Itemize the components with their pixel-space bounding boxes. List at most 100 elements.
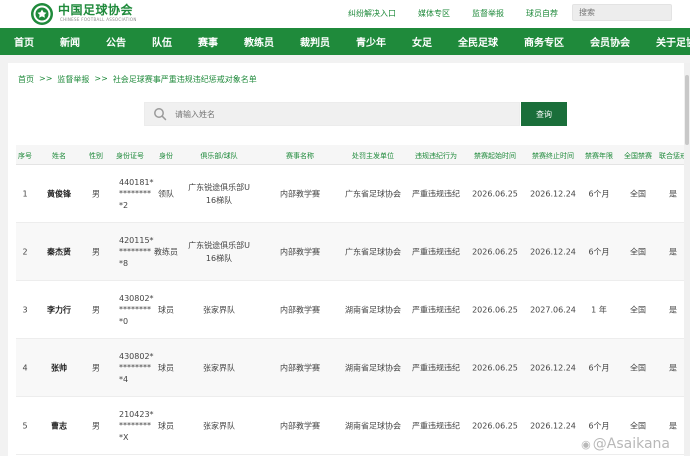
nav-teams[interactable]: 队伍 bbox=[152, 34, 172, 49]
breadcrumb-separator: >> bbox=[94, 74, 108, 83]
col-header-national: 全国禁赛 bbox=[624, 152, 652, 160]
top-link-player-recommend[interactable]: 球员自荐 bbox=[526, 8, 558, 19]
cell-gender: 男 bbox=[92, 189, 100, 198]
col-header-gender: 性别 bbox=[89, 152, 103, 160]
cell-name: 曹志 bbox=[51, 421, 67, 430]
cell-role: 领队 bbox=[158, 189, 174, 198]
nav-coaches[interactable]: 教练员 bbox=[244, 34, 274, 49]
cell-start-date: 2026.06.25 bbox=[472, 363, 518, 372]
cell-joint: 是 bbox=[669, 305, 677, 314]
cell-id-number-line: *0 bbox=[119, 316, 129, 326]
cell-violation: 严重违规违纪 bbox=[412, 189, 460, 198]
cell-end-date: 2026.12.24 bbox=[530, 421, 576, 430]
cell-club-line: 张家界队 bbox=[203, 421, 235, 430]
nav-youth[interactable]: 青少年 bbox=[356, 34, 386, 49]
cell-id-number-line: 440181* bbox=[119, 177, 154, 187]
cell-no: 5 bbox=[22, 421, 28, 430]
col-header-duration: 禁赛年限 bbox=[585, 152, 613, 160]
site-header: 中国足球协会 CHINESE FOOTBALL ASSOCIATION 纠纷解决… bbox=[0, 0, 690, 28]
cell-name: 张帅 bbox=[51, 363, 67, 372]
site-search-input[interactable] bbox=[572, 4, 672, 21]
col-header-end: 禁赛终止时间 bbox=[532, 152, 574, 160]
cell-event: 内部教学赛 bbox=[280, 189, 320, 198]
watermark-text: @Asaikana bbox=[592, 436, 670, 452]
cell-event: 内部教学赛 bbox=[280, 305, 320, 314]
breadcrumb-current: 社会足球赛事严重违规违纪惩戒对象名单 bbox=[112, 75, 257, 84]
cell-gender: 男 bbox=[92, 247, 100, 256]
nav-women[interactable]: 女足 bbox=[412, 34, 432, 49]
cell-violation: 严重违规违纪 bbox=[412, 363, 460, 372]
nav-notices[interactable]: 公告 bbox=[106, 34, 126, 49]
cell-club: 广东锐途俱乐部U 16梯队 bbox=[188, 181, 250, 207]
cell-club-line: 广东锐途俱乐部U bbox=[188, 182, 250, 192]
col-header-unit: 处罚主发单位 bbox=[352, 152, 394, 160]
cell-id-number-line: ******** bbox=[119, 188, 151, 198]
top-link-report[interactable]: 监督举报 bbox=[472, 8, 504, 19]
cell-duration: 1 年 bbox=[591, 305, 607, 314]
cell-club-line: 16梯队 bbox=[205, 195, 233, 205]
weibo-icon: ◉ bbox=[581, 438, 591, 451]
cell-unit: 湖南省足球协会 bbox=[345, 421, 401, 430]
scrollbar-thumb[interactable] bbox=[685, 75, 689, 145]
top-link-media[interactable]: 媒体专区 bbox=[418, 8, 450, 19]
cell-club-line: 张家界队 bbox=[203, 305, 235, 314]
cell-id-number-line: 420115* bbox=[119, 235, 154, 245]
cell-id-number-line: 430802* bbox=[119, 351, 154, 361]
cell-club: 张家界队 bbox=[203, 419, 235, 432]
col-header-no: 序号 bbox=[18, 152, 32, 160]
cell-id-number-line: *X bbox=[119, 432, 129, 442]
cell-id-number-line: 430802* bbox=[119, 293, 154, 303]
cell-national: 全国 bbox=[630, 247, 646, 256]
cell-event: 内部教学赛 bbox=[280, 363, 320, 372]
cell-start-date: 2026.06.25 bbox=[472, 189, 518, 198]
cell-role: 球员 bbox=[158, 305, 174, 314]
nav-referees[interactable]: 裁判员 bbox=[300, 34, 330, 49]
col-header-name: 姓名 bbox=[52, 152, 66, 160]
cell-joint: 是 bbox=[669, 189, 677, 198]
cell-id-number-line: 210423* bbox=[119, 409, 154, 419]
breadcrumb-home[interactable]: 首页 bbox=[18, 74, 34, 85]
cell-no: 2 bbox=[22, 247, 28, 256]
cell-id-number-line: *2 bbox=[119, 200, 129, 210]
cell-no: 3 bbox=[22, 305, 28, 314]
cell-violation: 严重违规违纪 bbox=[412, 305, 460, 314]
cell-duration: 6个月 bbox=[588, 421, 610, 430]
cell-joint: 是 bbox=[669, 421, 677, 430]
page-scrollbar[interactable] bbox=[684, 63, 690, 456]
logo-subtitle: CHINESE FOOTBALL ASSOCIATION bbox=[60, 17, 137, 22]
nav-grassroots[interactable]: 全民足球 bbox=[458, 34, 498, 49]
cell-id-number-line: *4 bbox=[119, 374, 129, 384]
main-content: 首页 >> 监督举报 >> 社会足球赛事严重违规违纪惩戒对象名单 查询 序号 姓… bbox=[8, 63, 690, 456]
cell-gender: 男 bbox=[92, 421, 100, 430]
cell-no: 4 bbox=[22, 363, 28, 372]
table-row: 3 李力行 男 430802* ******** *0 球员 张家界队 内部教学赛 湖南省足球协会… bbox=[16, 281, 686, 339]
cell-id-number: 440181* ******** *2 bbox=[119, 176, 154, 211]
table-row: 1 黄俊锋 男 440181* ******** *2 领队 广东锐途俱乐部U 16梯队 内部教学… bbox=[16, 165, 686, 223]
cell-duration: 6个月 bbox=[588, 189, 610, 198]
nav-news[interactable]: 新闻 bbox=[60, 34, 80, 49]
cell-id-number-line: ******** bbox=[119, 304, 151, 314]
col-header-club: 俱乐部/球队 bbox=[200, 152, 238, 160]
cell-club-line: 广东锐途俱乐部U bbox=[188, 240, 250, 250]
search-icon bbox=[154, 108, 167, 121]
nav-about[interactable]: 关于足协 bbox=[656, 34, 690, 49]
nav-business[interactable]: 商务专区 bbox=[524, 34, 564, 49]
cell-start-date: 2026.06.25 bbox=[472, 421, 518, 430]
name-search-input[interactable] bbox=[175, 109, 475, 119]
cell-name: 黄俊锋 bbox=[47, 189, 71, 198]
cell-duration: 6个月 bbox=[588, 247, 610, 256]
cell-name: 秦杰贤 bbox=[47, 247, 71, 256]
cell-national: 全国 bbox=[630, 189, 646, 198]
nav-home[interactable]: 首页 bbox=[14, 34, 34, 49]
nav-member-associations[interactable]: 会员协会 bbox=[590, 34, 630, 49]
nav-events[interactable]: 赛事 bbox=[198, 34, 218, 49]
cell-no: 1 bbox=[22, 189, 28, 198]
breadcrumb-report[interactable]: 监督举报 bbox=[57, 74, 89, 85]
cell-joint: 是 bbox=[669, 363, 677, 372]
cfa-logo-icon[interactable] bbox=[30, 2, 54, 26]
query-button[interactable]: 查询 bbox=[521, 102, 567, 126]
logo-title: 中国足球协会 bbox=[58, 3, 134, 17]
top-link-dispute[interactable]: 纠纷解决入口 bbox=[348, 8, 396, 19]
cell-club-line: 16梯队 bbox=[205, 253, 233, 263]
cell-id-number-line: ******** bbox=[119, 246, 151, 256]
